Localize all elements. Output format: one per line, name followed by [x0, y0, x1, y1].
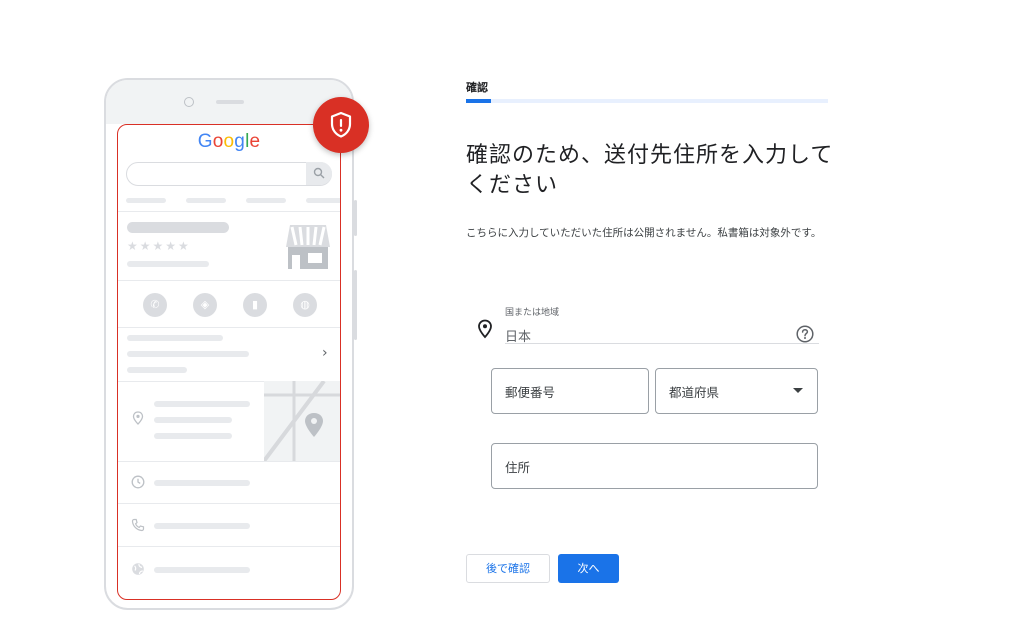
google-logo-letter: g: [234, 131, 246, 152]
chevron-right-icon: ›: [322, 345, 328, 361]
search-icon: [306, 162, 332, 185]
placeholder-text-bar: [127, 261, 209, 267]
country-field-underline: [505, 343, 819, 344]
placeholder-text-bar: [127, 351, 249, 357]
prefecture-placeholder: 都道府県: [669, 385, 720, 400]
placeholder-text-bar: [154, 433, 232, 439]
clock-icon: [130, 475, 146, 491]
privacy-description: こちらに入力していただいた住所は公開されません。私書箱は対象外です。: [466, 227, 822, 239]
phone-camera: [184, 97, 194, 107]
phone-side-button: [354, 270, 357, 340]
next-button[interactable]: 次へ: [558, 554, 619, 583]
postal-code-input[interactable]: 郵便番号: [491, 368, 649, 414]
google-logo-letter: o: [223, 131, 235, 152]
placeholder-chip: [186, 198, 226, 203]
placeholder-chip: [126, 198, 166, 203]
storefront-icon: [286, 225, 330, 269]
help-icon[interactable]: [796, 325, 814, 343]
page-title: 確認のため、送付先住所を入力してください: [466, 143, 834, 198]
divider: [118, 461, 340, 462]
phone-icon: [130, 518, 146, 534]
progress-bar-fill: [466, 99, 492, 103]
illustration-search-bar: [126, 162, 332, 186]
placeholder-text-bar: [154, 401, 250, 407]
divider: [118, 280, 340, 281]
phone-illustration: Google ★★★★★ ✆ ◈ ▮ ◍ ›: [104, 78, 357, 610]
phone-side-button: [354, 200, 357, 236]
divider: [118, 503, 340, 504]
map-thumbnail: [264, 381, 340, 461]
phone-icon: ✆: [143, 293, 167, 317]
progress-bar: [466, 99, 828, 103]
divider: [118, 211, 340, 212]
placeholder-text-bar: [127, 335, 223, 341]
directions-icon: ◈: [193, 293, 217, 317]
address-placeholder: 住所: [505, 460, 531, 475]
placeholder-chip: [246, 198, 286, 203]
step-label: 確認: [466, 81, 488, 94]
postal-code-placeholder: 郵便番号: [505, 385, 556, 400]
phone-speaker: [216, 100, 244, 104]
placeholder-text-bar: [154, 523, 250, 529]
location-pin-icon: [130, 411, 146, 427]
verification-shield-badge: [313, 97, 369, 153]
divider: [118, 327, 340, 328]
globe-icon: [130, 562, 146, 578]
prefecture-select[interactable]: 都道府県: [655, 368, 818, 414]
placeholder-chip: [306, 198, 340, 203]
placeholder-text-bar: [154, 417, 232, 423]
placeholder-text-bar: [154, 567, 250, 573]
rating-stars: ★★★★★: [127, 239, 191, 253]
dropdown-arrow-icon: [793, 388, 803, 393]
google-logo: Google: [118, 131, 340, 153]
divider: [118, 546, 340, 547]
shield-alert-icon: [330, 111, 352, 138]
bookmark-icon: ▮: [243, 293, 267, 317]
google-logo-letter: o: [212, 131, 224, 152]
address-input[interactable]: 住所: [491, 443, 818, 489]
phone-screen: Google ★★★★★ ✆ ◈ ▮ ◍ ›: [117, 124, 341, 600]
google-logo-letter: e: [249, 131, 261, 152]
verify-later-button[interactable]: 後で確認: [466, 554, 550, 583]
country-field-label: 国または地域: [505, 308, 560, 318]
google-logo-letter: G: [197, 131, 213, 152]
placeholder-text-bar: [127, 367, 187, 373]
globe-icon: ◍: [293, 293, 317, 317]
placeholder-text-bar: [154, 480, 250, 486]
placeholder-title-bar: [127, 222, 229, 233]
location-pin-icon: [478, 319, 492, 339]
